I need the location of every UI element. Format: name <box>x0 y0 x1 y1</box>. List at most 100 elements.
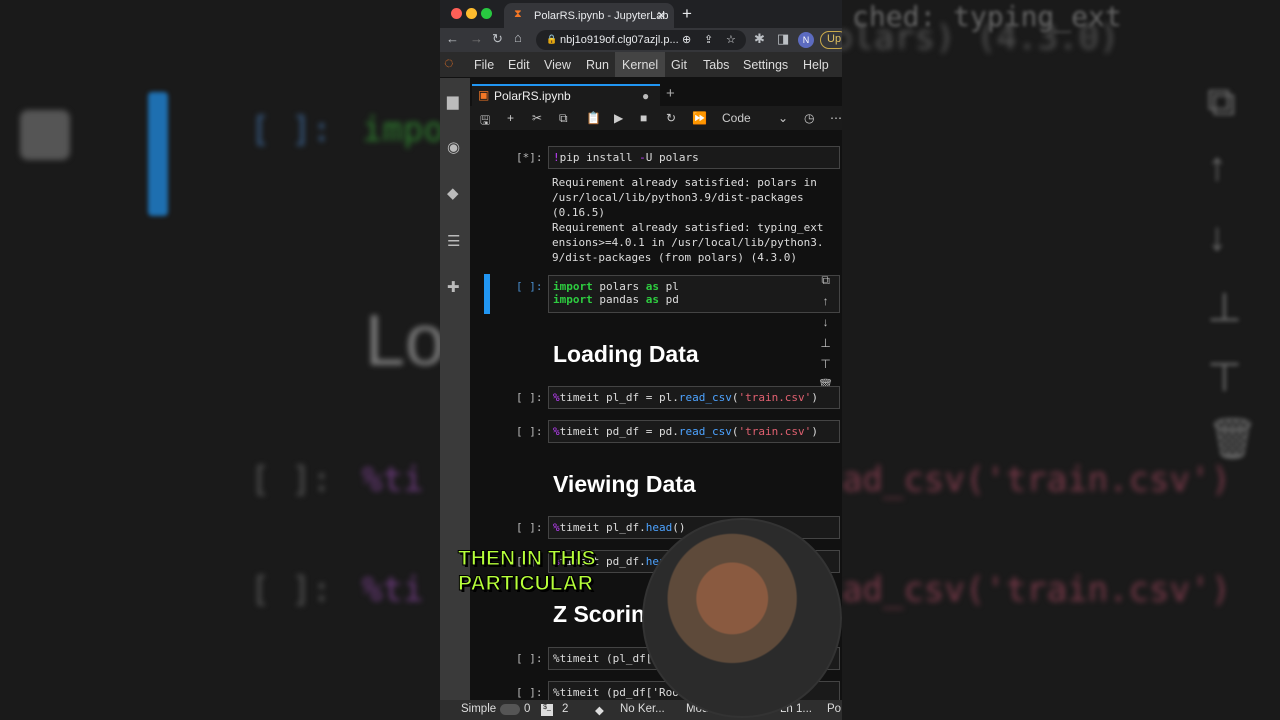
menu-tabs[interactable]: Tabs <box>703 58 729 72</box>
menu-settings[interactable]: Settings <box>743 58 788 72</box>
blurred-insert-above-icon: ⊥ <box>1207 286 1242 330</box>
git-icon[interactable]: ◆ <box>447 184 459 202</box>
cell-prompt: [ ]: <box>516 521 543 534</box>
blurred-copy-icon: ⧉ <box>1207 80 1236 124</box>
paste-icon[interactable]: 📋 <box>586 111 601 125</box>
insert-below-icon[interactable]: ⊤ <box>818 354 833 375</box>
terminal-icon: $_ <box>541 704 553 716</box>
notebook-tab-title: PolarRS.ipynb <box>494 89 571 103</box>
move-up-icon[interactable]: ↑ <box>818 291 833 312</box>
notebook-toolbar: 🖫 + ✂ ⧉ 📋 ▶ ■ ↻ ⏩ Code ⌄ ◷ ⋯ <box>470 106 842 130</box>
code-cell-pl-read[interactable]: %timeit pl_df = pl.read_csv('train.csv') <box>548 386 840 409</box>
restart-icon[interactable]: ↻ <box>666 111 676 125</box>
heading-loading-data: Loading Data <box>553 341 699 367</box>
left-sidebar: ▆ ◉ ◆ ☰ ✚ <box>440 78 470 700</box>
duplicate-cell-icon[interactable]: ⧉ <box>818 270 833 291</box>
active-cell-marker <box>484 274 490 314</box>
blurred-heading: Lo <box>365 301 440 381</box>
url-text: nbj1o919of.clg07azjl.p... <box>560 34 679 46</box>
more-icon[interactable]: ⋯ <box>830 111 842 125</box>
blurred-code-right: ad_csv('train.csv') <box>842 460 1231 500</box>
forward-icon[interactable]: → <box>470 31 483 46</box>
bookmark-star-icon[interactable]: ☆ <box>726 33 736 46</box>
blurred-background-left: [ ]: impo Lo [ ]: %ti [ ]: %ti <box>0 0 440 720</box>
notebook-icon: ▣ <box>478 88 490 102</box>
browser-tab-title: PolarRS.ipynb - JupyterLab <box>534 10 669 22</box>
minimize-window-button[interactable] <box>466 8 477 19</box>
new-launcher-icon[interactable]: + <box>666 85 675 102</box>
terminals-count: 0 <box>524 703 531 715</box>
code-cell-pd-read[interactable]: %timeit pd_df = pd.read_csv('train.csv') <box>548 420 840 443</box>
share-icon[interactable]: ⇪ <box>704 33 713 46</box>
kernels-count: 2 <box>562 703 569 715</box>
restart-run-all-icon[interactable]: ⏩ <box>692 111 707 125</box>
notebook-tab[interactable]: ▣ PolarRS.ipynb ● <box>472 84 660 106</box>
menu-edit[interactable]: Edit <box>508 58 530 72</box>
chevron-down-icon[interactable]: ⌄ <box>778 111 788 125</box>
back-icon[interactable]: ← <box>446 31 459 46</box>
kernel-status[interactable]: No Ker... <box>620 703 665 715</box>
menu-file[interactable]: File <box>474 58 494 72</box>
code-cell-imports[interactable]: import polars as pl import pandas as pd <box>548 275 840 313</box>
close-window-button[interactable] <box>451 8 462 19</box>
cut-icon[interactable]: ✂ <box>532 111 542 125</box>
heading-z-scoring: Z Scorin <box>553 601 646 627</box>
simple-mode-toggle[interactable] <box>500 704 520 715</box>
caption-line-2: PARTICULAR <box>458 572 594 596</box>
folder-icon[interactable]: ▆ <box>447 92 459 110</box>
run-icon[interactable]: ▶ <box>614 111 623 125</box>
menu-view[interactable]: View <box>544 58 571 72</box>
side-panel-icon[interactable]: ◨ <box>777 31 789 47</box>
home-icon[interactable]: ⌂ <box>514 30 522 45</box>
blurred-prompt-3: [ ]: <box>250 570 332 610</box>
jupyter-menu-bar: ◌ File Edit View Run Kernel Git Tabs Set… <box>440 52 842 78</box>
blurred-insert-below-icon: ⊤ <box>1207 356 1242 400</box>
reload-icon[interactable]: ↻ <box>492 31 503 47</box>
simple-mode-label: Simple <box>461 703 497 715</box>
browser-tab[interactable]: ⧗ PolarRS.ipynb - JupyterLab ✕ <box>504 3 674 28</box>
unsaved-dot-icon[interactable]: ● <box>642 89 649 103</box>
menu-git[interactable]: Git <box>671 58 687 72</box>
cell-prompt: [ ]: <box>516 686 543 699</box>
blurred-cell-marker <box>148 92 168 216</box>
blurred-code-right-2: ad_csv('train.csv') <box>842 570 1231 610</box>
cell-prompt: [ ]: <box>516 280 543 293</box>
code-cell-pip-install[interactable]: !pip install -U polars <box>548 146 840 169</box>
git-status-icon[interactable]: ◆ <box>595 703 604 717</box>
cell-type-select[interactable]: Code <box>722 111 751 125</box>
menu-kernel[interactable]: Kernel <box>615 52 666 77</box>
profile-avatar[interactable]: N <box>798 32 814 48</box>
menu-help[interactable]: Help <box>803 58 829 72</box>
close-tab-icon[interactable]: ✕ <box>657 9 666 22</box>
update-button[interactable]: Up <box>820 31 842 49</box>
extensions-puzzle-icon[interactable]: ✚ <box>447 278 460 296</box>
cell-actions: ⧉ ↑ ↓ ⊥ ⊤ 🗑 <box>818 270 833 396</box>
heading-viewing-data: Viewing Data <box>553 471 696 497</box>
cell-prompt: [*]: <box>516 151 543 164</box>
insert-cell-icon[interactable]: + <box>507 111 514 125</box>
save-icon[interactable]: 🖫 <box>480 111 490 132</box>
maximize-window-button[interactable] <box>481 8 492 19</box>
cell-prompt: [ ]: <box>516 652 543 665</box>
running-icon[interactable]: ◉ <box>447 138 460 156</box>
table-of-contents-icon[interactable]: ☰ <box>447 232 460 250</box>
lock-icon: 🔒 <box>546 34 558 44</box>
menu-run[interactable]: Run <box>586 58 609 72</box>
blurred-trash-icon: 🗑 <box>1207 417 1258 461</box>
jupyter-favicon-icon: ⧗ <box>514 8 522 20</box>
blurred-background-right: ched: typing_ext 9/dist-packages (from p… <box>842 0 1280 720</box>
url-field[interactable]: 🔒 nbj1o919of.clg07azjl.p... ⊕ ⇪ ☆ <box>536 30 746 50</box>
zoom-icon[interactable]: ⊕ <box>682 33 691 46</box>
copy-icon[interactable]: ⧉ <box>559 111 568 126</box>
insert-above-icon[interactable]: ⊥ <box>818 333 833 354</box>
move-down-icon[interactable]: ↓ <box>818 312 833 333</box>
new-tab-icon[interactable]: + <box>682 4 692 24</box>
cell-prompt: [ ]: <box>516 391 543 404</box>
file-status: Po <box>827 703 842 715</box>
browser-tab-bar: ⧗ PolarRS.ipynb - JupyterLab ✕ + <box>440 0 842 28</box>
stop-icon[interactable]: ■ <box>640 111 647 125</box>
extensions-icon[interactable]: ✱ <box>754 31 765 47</box>
history-icon[interactable]: ◷ <box>804 111 814 125</box>
blurred-down-icon: ↓ <box>1207 215 1227 259</box>
blurred-up-icon: ↑ <box>1207 145 1227 189</box>
